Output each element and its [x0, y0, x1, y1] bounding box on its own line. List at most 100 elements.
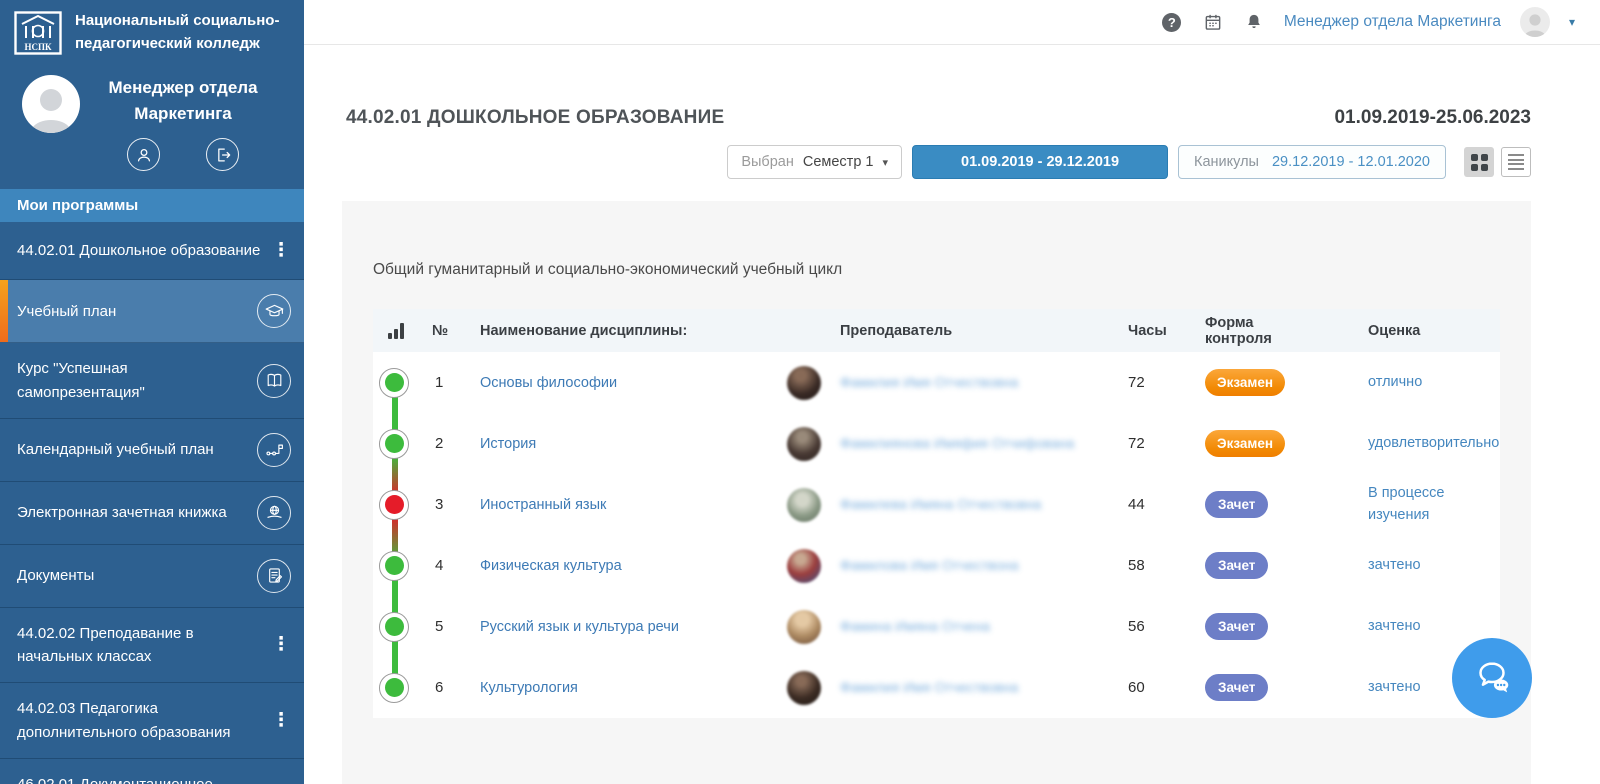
subject-link[interactable]: Иностранный язык: [480, 497, 606, 513]
sidebar-item-label: Курс "Успешная самопрезентация": [17, 357, 249, 404]
calendar-icon[interactable]: [1202, 11, 1224, 33]
status-indicator: [373, 429, 417, 459]
header-control: Форма контроля: [1156, 315, 1318, 347]
controls-row: Выбран Семестр 1 ▾ 01.09.2019 - 29.12.20…: [346, 145, 1531, 179]
semester-select[interactable]: Выбран Семестр 1 ▾: [727, 145, 902, 179]
control-badge: Зачет: [1205, 674, 1268, 701]
control-badge: Зачет: [1205, 613, 1268, 640]
help-icon[interactable]: ?: [1161, 11, 1183, 33]
table-body: 1 Основы философии Фамилия Имя Отчествов…: [373, 352, 1500, 718]
sidebar-item-label: Учебный план: [17, 300, 249, 323]
page-title: 44.02.01 ДОШКОЛЬНОЕ ОБРАЗОВАНИЕ: [346, 107, 724, 129]
logout-icon[interactable]: [206, 138, 239, 171]
cycle-card: Общий гуманитарный и социально-экономиче…: [342, 201, 1531, 784]
hours-value: 44: [1078, 496, 1156, 513]
row-number: 5: [417, 618, 480, 635]
sidebar-item[interactable]: 44.02.02 Преподавание в начальных класса…: [0, 608, 304, 684]
main-area: ? Менеджер отдела Маркетинга: [304, 0, 1600, 784]
grid-view-toggle[interactable]: [1464, 147, 1494, 177]
teacher-photo: [787, 549, 821, 583]
sidebar-item[interactable]: Календарный учебный план: [0, 419, 304, 482]
sidebar-item[interactable]: 44.02.03 Педагогика дополнительного обра…: [0, 683, 304, 759]
status-indicator: [373, 368, 417, 398]
header-grade: Оценка: [1318, 323, 1500, 339]
status-indicator: [373, 551, 417, 581]
user-role-label: Менеджер отдела Маркетинга: [80, 75, 286, 126]
table-row: 3 Иностранный язык Фамилева Имяна Отчест…: [373, 474, 1500, 535]
subject-link[interactable]: Основы философии: [480, 375, 617, 391]
route-flag-icon: [257, 433, 291, 467]
chat-bubbles-icon: [1469, 655, 1515, 701]
program-date-range: 01.09.2019-25.06.2023: [1334, 107, 1531, 129]
status-indicator: [373, 673, 417, 703]
teacher-link[interactable]: Фамилова Имя Отчествона: [840, 557, 1018, 573]
bar-chart-icon: [388, 323, 417, 339]
sidebar-item[interactable]: Документы: [0, 545, 304, 608]
kebab-menu-icon[interactable]: ⋮: [271, 630, 291, 659]
notifications-bell-icon[interactable]: [1243, 11, 1265, 33]
sidebar-nav: 44.02.01 Дошкольное образование⋮ Учебный …: [0, 222, 304, 784]
sidebar-item[interactable]: Учебный план: [0, 280, 304, 343]
progress-timeline: [392, 382, 398, 688]
grade-value: зачтено: [1318, 616, 1500, 637]
teacher-photo: [787, 427, 821, 461]
sidebar-item[interactable]: 46.02.01 Документационное обеспечение уп…: [0, 759, 304, 784]
college-name: Национальный социально-педагогический ко…: [75, 10, 290, 55]
sidebar-item-label: 44.02.02 Преподавание в начальных класса…: [17, 622, 263, 669]
control-badge: Экзамен: [1205, 369, 1285, 396]
row-number: 2: [417, 435, 480, 452]
sidebar-item[interactable]: Электронная зачетная книжка: [0, 482, 304, 545]
period-button[interactable]: 01.09.2019 - 29.12.2019: [912, 145, 1168, 179]
sidebar-item-label: 46.02.01 Документационное обеспечение уп…: [17, 773, 263, 784]
teacher-link[interactable]: Фамилия Имя Отчествовна: [840, 679, 1018, 695]
row-number: 1: [417, 374, 480, 391]
teacher-link[interactable]: Фамилиянова Имяфия Отчифована: [840, 435, 1074, 451]
sidebar-item[interactable]: Курс "Успешная самопрезентация": [0, 343, 304, 419]
kebab-menu-icon[interactable]: ⋮: [271, 706, 291, 735]
semester-select-prefix: Выбран: [741, 154, 794, 170]
teacher-link[interactable]: Фамилева Имяна Отчествовна: [840, 496, 1041, 512]
teacher-link[interactable]: Фамилия Имя Отчествовна: [840, 374, 1018, 390]
topbar: ? Менеджер отдела Маркетинга: [304, 0, 1600, 45]
app-window: НСПК Национальный социально-педагогическ…: [0, 0, 1600, 784]
subject-link[interactable]: Культурология: [480, 680, 578, 696]
svg-text:НСПК: НСПК: [24, 42, 52, 52]
sidebar: НСПК Национальный социально-педагогическ…: [0, 0, 304, 784]
control-badge: Зачет: [1205, 491, 1268, 518]
profile-icon[interactable]: [127, 138, 160, 171]
header-num: №: [417, 323, 480, 339]
teacher-link[interactable]: Фамина Имяна Отчена: [840, 618, 990, 634]
teacher-photo: [787, 671, 821, 705]
row-number: 6: [417, 679, 480, 696]
control-badge: Зачет: [1205, 552, 1268, 579]
college-logo-icon: НСПК: [14, 11, 62, 55]
subject-link[interactable]: История: [480, 436, 536, 452]
grade-value: отлично: [1318, 372, 1500, 393]
holidays-dates: 29.12.2019 - 12.01.2020: [1272, 154, 1430, 170]
kebab-menu-icon[interactable]: ⋮: [271, 236, 291, 265]
subject-link[interactable]: Русский язык и культура речи: [480, 619, 679, 635]
sidebar-section-my-programs: Мои программы: [0, 189, 304, 222]
user-menu-caret-icon[interactable]: ▾: [1569, 15, 1575, 29]
document-icon: [257, 559, 291, 593]
table-row: 6 Культурология Фамилия Имя Отчествовна …: [373, 657, 1500, 718]
sidebar-item[interactable]: 44.02.01 Дошкольное образование⋮: [0, 222, 304, 280]
table-header-row: № Наименование дисциплины: Преподаватель…: [373, 309, 1500, 352]
globe-book-icon: [257, 496, 291, 530]
list-view-toggle[interactable]: [1501, 147, 1531, 177]
subject-link[interactable]: Физическая культура: [480, 558, 622, 574]
table-row: 1 Основы философии Фамилия Имя Отчествов…: [373, 352, 1500, 413]
chat-button[interactable]: [1452, 638, 1532, 718]
disciplines-table: № Наименование дисциплины: Преподаватель…: [373, 309, 1500, 718]
chevron-down-icon: ▾: [882, 156, 888, 169]
hours-value: 58: [1078, 557, 1156, 574]
header-teacher: Преподаватель: [840, 323, 1078, 339]
topbar-avatar[interactable]: [1520, 7, 1550, 37]
semester-select-value: Семестр 1: [803, 154, 874, 170]
sidebar-item-label: Документы: [17, 564, 249, 587]
row-number: 3: [417, 496, 480, 513]
table-row: 2 История Фамилиянова Имяфия Отчифована …: [373, 413, 1500, 474]
hours-value: 72: [1078, 435, 1156, 452]
user-menu-label[interactable]: Менеджер отдела Маркетинга: [1284, 13, 1501, 31]
table-row: 4 Физическая культура Фамилова Имя Отчес…: [373, 535, 1500, 596]
